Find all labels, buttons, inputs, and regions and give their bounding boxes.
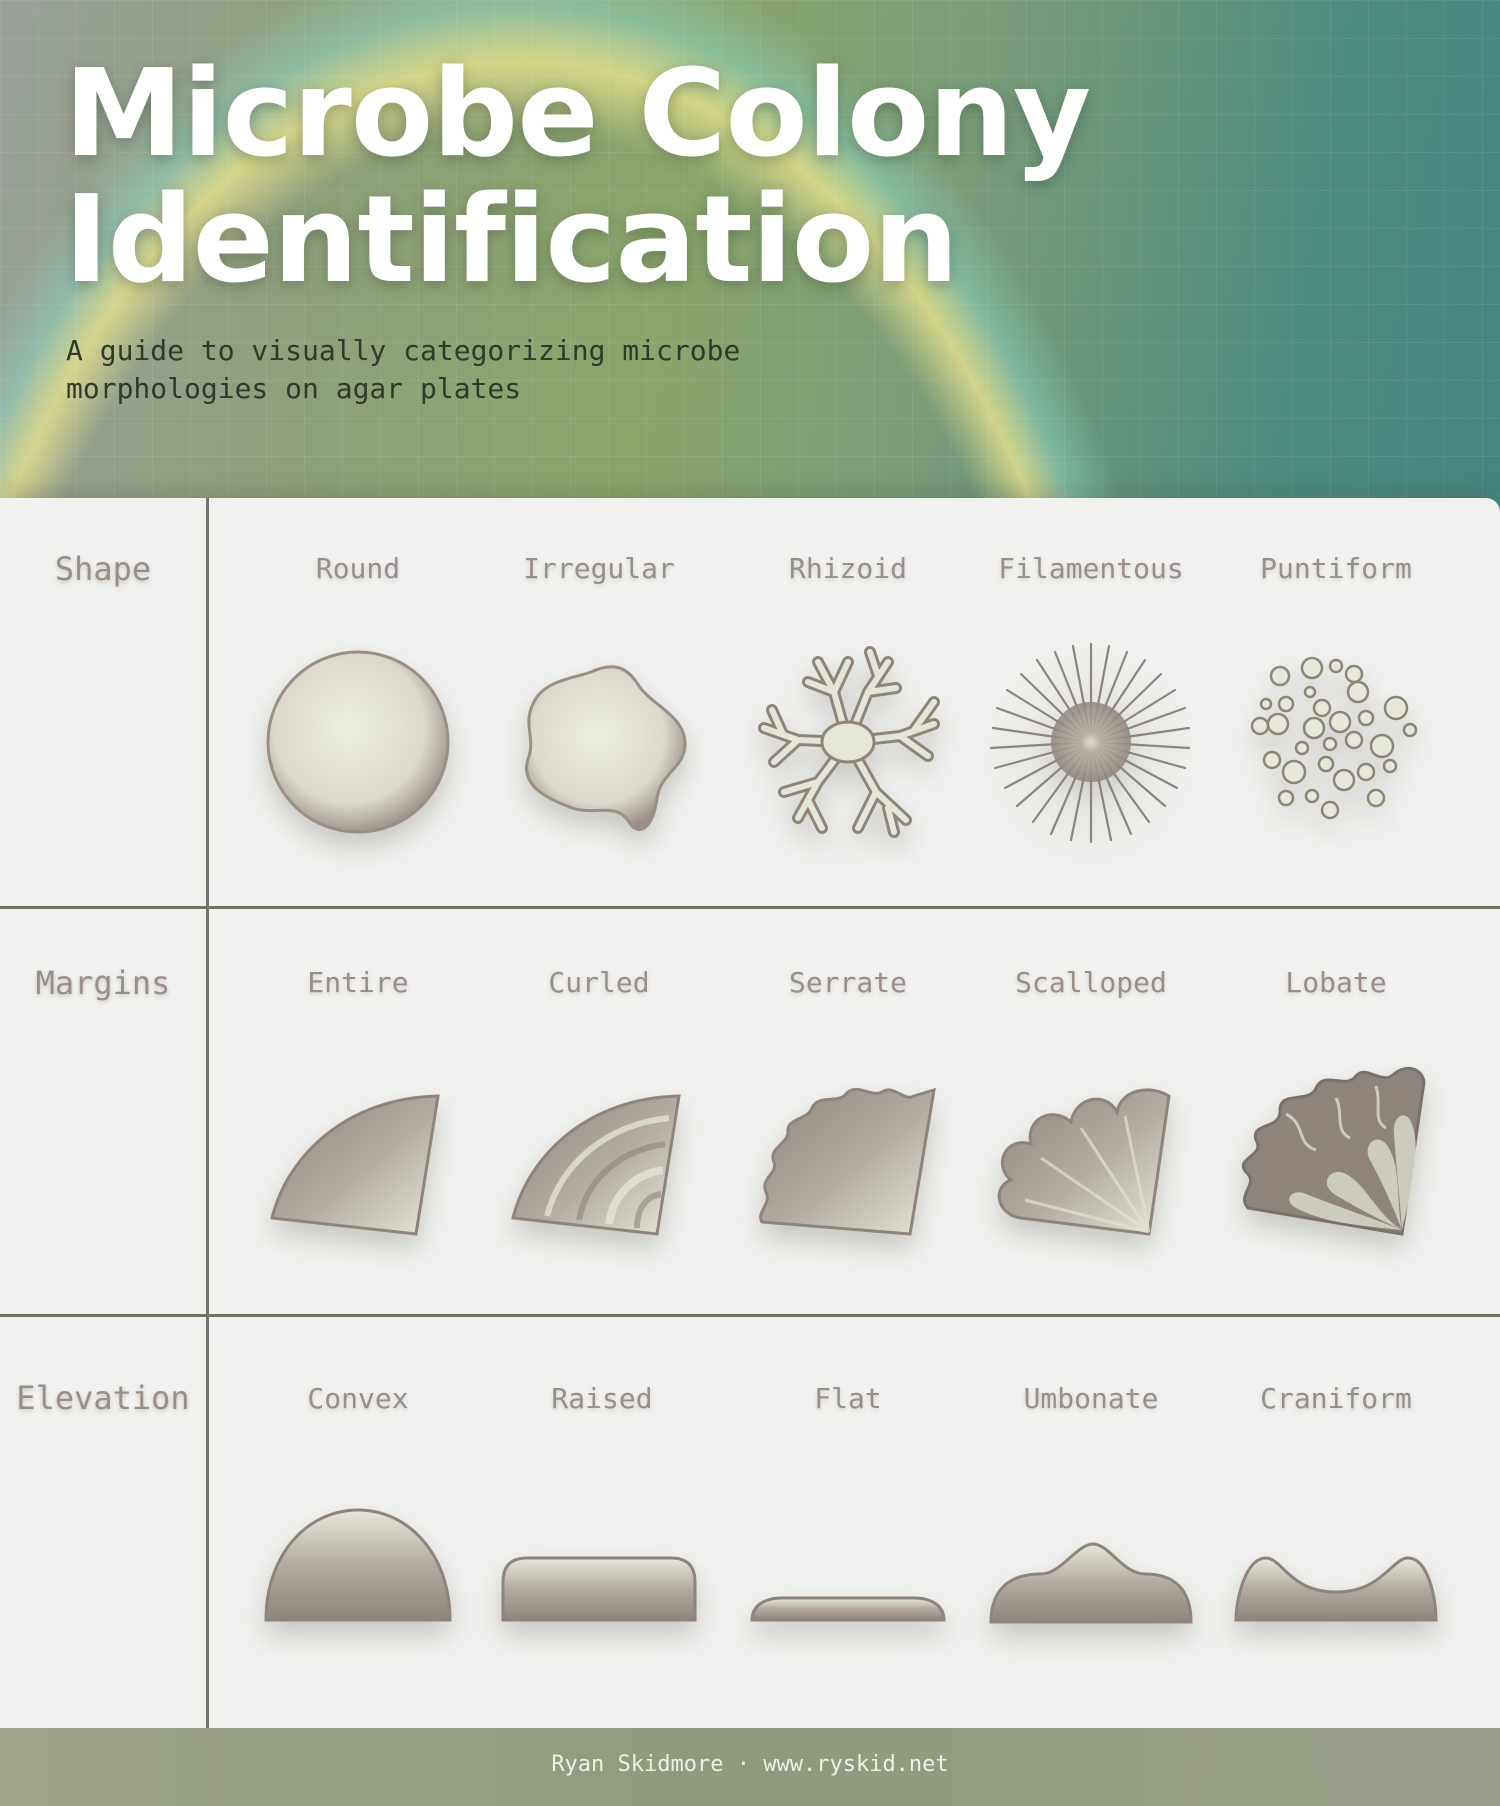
row-label-elevation: Elevation <box>16 1379 190 1417</box>
margin-label-scalloped: Scalloped <box>1015 966 1167 999</box>
entire-margin-icon <box>248 1054 468 1274</box>
lobate-margin-icon <box>1226 1054 1446 1274</box>
elevation-label-craniform: Craniform <box>1260 1382 1412 1415</box>
shape-label-filamentous: Filamentous <box>998 552 1184 585</box>
shape-label-rhizoid: Rhizoid <box>788 552 907 585</box>
row-label-margins: Margins <box>35 964 171 1002</box>
puntiform-colony-icon <box>1226 632 1446 852</box>
row-divider <box>0 906 1500 909</box>
title-line-1: Microbe Colony <box>64 45 1091 184</box>
row-divider <box>0 1314 1500 1317</box>
morphology-table: Shape Margins Elevation Round Irregular … <box>0 498 1500 1728</box>
round-colony-icon <box>248 632 468 852</box>
serrate-margin-icon <box>738 1054 958 1274</box>
page-subtitle: A guide to visually categorizing microbe… <box>66 334 741 405</box>
shape-label-irregular: Irregular <box>523 552 675 585</box>
curled-margin-icon <box>489 1054 709 1274</box>
row-label-shape: Shape <box>54 550 152 588</box>
column-divider <box>206 498 209 1728</box>
shape-label-puntiform: Puntiform <box>1260 552 1412 585</box>
page-title: Microbe Colony Identification <box>64 52 1164 304</box>
raised-elevation-icon <box>489 1458 709 1678</box>
filamentous-colony-icon <box>981 632 1201 852</box>
shape-label-round: Round <box>315 552 401 585</box>
margin-label-entire: Entire <box>307 966 409 999</box>
convex-elevation-icon <box>248 1458 468 1678</box>
footer-credit: Ryan Skidmore · www.ryskid.net <box>551 1752 949 1777</box>
title-line-2: Identification <box>64 171 959 310</box>
craniform-elevation-icon <box>1226 1458 1446 1678</box>
footer: Ryan Skidmore · www.ryskid.net <box>0 1728 1500 1806</box>
flat-elevation-icon <box>738 1458 958 1678</box>
margin-label-curled: Curled <box>548 966 650 999</box>
rhizoid-colony-icon <box>738 632 958 852</box>
margin-label-lobate: Lobate <box>1285 966 1387 999</box>
header-banner: Microbe Colony Identification A guide to… <box>0 0 1500 520</box>
scalloped-margin-icon <box>981 1054 1201 1274</box>
elevation-label-umbonate: Umbonate <box>1023 1382 1159 1415</box>
irregular-colony-icon <box>489 632 709 852</box>
margin-label-serrate: Serrate <box>788 966 907 999</box>
umbonate-elevation-icon <box>981 1458 1201 1678</box>
elevation-label-flat: Flat <box>814 1382 882 1415</box>
elevation-label-raised: Raised <box>551 1382 653 1415</box>
elevation-label-convex: Convex <box>307 1382 409 1415</box>
